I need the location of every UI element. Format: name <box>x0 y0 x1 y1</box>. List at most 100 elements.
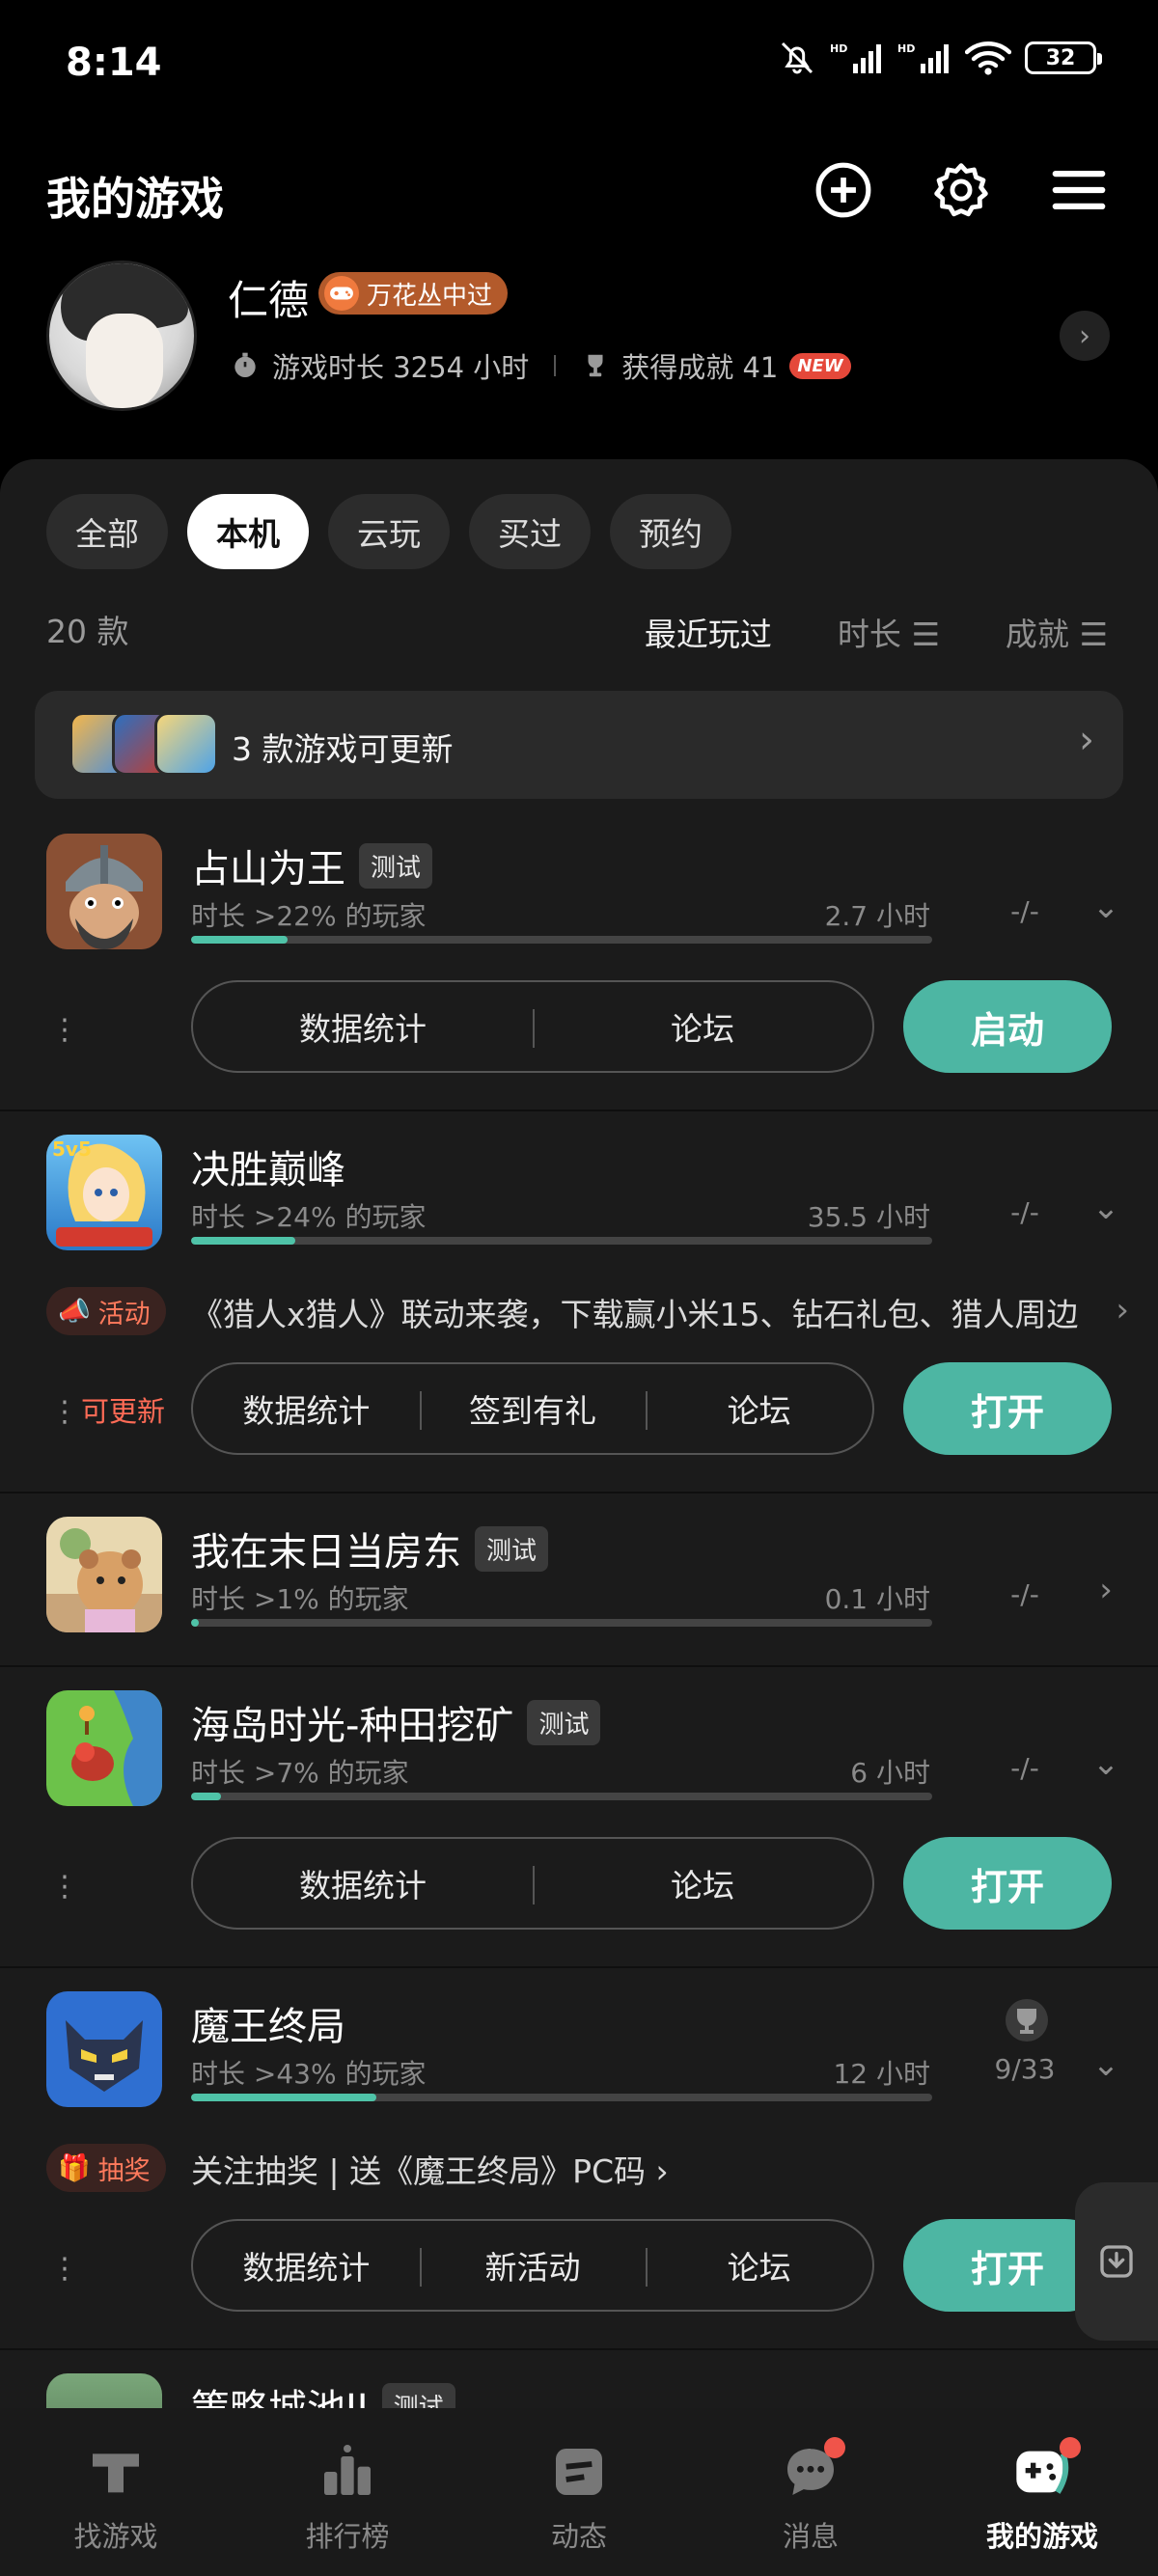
settings-gear-icon[interactable] <box>930 159 992 221</box>
game-item[interactable]: 5v5 决胜巅峰 时长 >24% 的玩家 35.5 小时 -/- ⌄ 📣 活动 《… <box>0 1135 1158 1494</box>
sort-achievement: 成就 <box>1005 616 1069 653</box>
more-dots-icon[interactable]: ⋮ <box>50 1870 79 1904</box>
activity-tag-label: 活动 <box>97 1299 151 1329</box>
promo-row[interactable]: 📣 活动 《猎人x猎人》联动来袭，下载赢小米15、钻石礼包、猎人周边 › <box>0 1281 1158 1339</box>
profile-card[interactable]: 仁德 万花丛中过 游戏时长 3254 小时 获得成就 41 NEW › <box>0 260 1158 453</box>
open-button[interactable]: 打开 <box>903 1362 1112 1455</box>
game-icon[interactable] <box>46 1690 162 1806</box>
game-icon[interactable] <box>46 2373 162 2408</box>
rankings-icon <box>324 2445 371 2495</box>
hours-played: 35.5 小时 <box>807 1201 930 1233</box>
new-badge: NEW <box>789 352 851 379</box>
game-icon[interactable] <box>46 834 162 949</box>
action-pill-group: 数据统计 新活动 论坛 <box>191 2219 874 2312</box>
sort-options: 最近玩过 时长 ☰ 成就 ☰ <box>645 609 1108 655</box>
tab-all[interactable]: 全部 <box>46 494 168 569</box>
trophy-icon <box>1006 1999 1048 2042</box>
game-item[interactable]: 魔王终局 时长 >43% 的玩家 12 小时 9/33 ⌄ 🎁 抽奖 关注抽奖 |… <box>0 1991 1158 2350</box>
update-available-label[interactable]: 可更新 <box>81 1389 165 1430</box>
playtime-percentile: 时长 >1% 的玩家 <box>191 1583 409 1615</box>
nav-label: 消息 <box>782 2520 839 2553</box>
test-tag: 测试 <box>359 842 433 889</box>
signal-1-icon: HD <box>830 42 881 73</box>
playtime-percentile: 时长 >43% 的玩家 <box>191 2058 427 2090</box>
playtime-total: 游戏时长 3254 小时 <box>272 351 530 384</box>
trophy-icon <box>588 354 603 377</box>
action-pill-group: 数据统计 签到有礼 论坛 <box>191 1362 874 1455</box>
game-item[interactable]: 海岛时光-种田挖矿 测试 时长 >7% 的玩家 6 小时 -/- ⌄ ⋮ 数据统计… <box>0 1690 1158 1968</box>
svg-text:HD: HD <box>897 42 915 55</box>
stats-button[interactable]: 数据统计 <box>193 1385 420 1432</box>
promo-text: 关注抽奖 | 送《魔王终局》PC码 › <box>191 2152 669 2190</box>
stats-button[interactable]: 数据统计 <box>193 1860 533 1906</box>
nav-messages[interactable]: 消息 <box>695 2408 926 2576</box>
chevron-down-icon[interactable]: ⌄ <box>1083 1189 1129 1227</box>
chevron-down-icon[interactable]: ⌄ <box>1083 2045 1129 2084</box>
chevron-right-icon[interactable]: › <box>1060 311 1110 361</box>
add-icon[interactable] <box>813 159 874 221</box>
playtime-bar <box>191 1793 932 1800</box>
achievement-count: -/- <box>1010 1196 1039 1228</box>
promo-text: 《猎人x猎人》联动来袭，下载赢小米15、钻石礼包、猎人周边 <box>191 1296 1079 1333</box>
download-float-button[interactable] <box>1075 2182 1158 2341</box>
game-actions: ⋮ 数据统计 论坛 打开 <box>0 1837 1158 1930</box>
game-icon[interactable]: 5v5 <box>46 1135 162 1250</box>
signin-gift-button[interactable]: 签到有礼 <box>419 1385 647 1432</box>
playtime-bar-fill <box>191 1619 199 1627</box>
status-icons: HD HD 32 <box>778 39 1102 77</box>
tab-purchased[interactable]: 买过 <box>469 494 591 569</box>
avatar[interactable] <box>46 260 197 411</box>
game-item[interactable]: 我在末日当房东 测试 时长 >1% 的玩家 0.1 小时 -/- › <box>0 1517 1158 1667</box>
tab-cloud[interactable]: 云玩 <box>328 494 450 569</box>
game-thumb <box>154 712 218 776</box>
nav-feed[interactable]: 动态 <box>463 2408 695 2576</box>
more-dots-icon[interactable]: ⋮ <box>50 1395 79 1429</box>
nav-rankings[interactable]: 排行榜 <box>232 2408 463 2576</box>
chevron-down-icon[interactable]: ⌄ <box>1083 1744 1129 1783</box>
chevron-right-icon[interactable]: › <box>1083 1571 1129 1609</box>
stats-button[interactable]: 数据统计 <box>193 2242 420 2288</box>
chevron-down-icon[interactable]: ⌄ <box>1083 888 1129 926</box>
unread-dot <box>1060 2437 1081 2458</box>
new-event-button[interactable]: 新活动 <box>419 2242 647 2288</box>
forum-button[interactable]: 论坛 <box>646 1385 872 1432</box>
chevron-right-icon: › <box>1079 718 1094 762</box>
promo-row[interactable]: 🎁 抽奖 关注抽奖 | 送《魔王终局》PC码 › <box>0 2138 1158 2196</box>
nav-label: 排行榜 <box>305 2520 390 2553</box>
sort-achievement-group[interactable]: 成就 ☰ <box>1006 609 1108 655</box>
sort-recent[interactable]: 最近玩过 <box>645 609 772 655</box>
honor-badge[interactable]: 万花丛中过 <box>318 272 509 315</box>
launch-button[interactable]: 启动 <box>903 980 1112 1073</box>
game-title: 海岛时光-种田挖矿 测试 <box>191 1694 601 1750</box>
game-actions: ⋮ 数据统计 新活动 论坛 打开 <box>0 2219 1158 2312</box>
battery-icon: 32 <box>1025 41 1102 74</box>
game-item[interactable]: 策略城池II 测试 <box>0 2373 1158 2408</box>
menu-icon[interactable] <box>1048 159 1110 221</box>
tab-reserved[interactable]: 预约 <box>610 494 731 569</box>
games-panel: 全部 本机 云玩 买过 预约 20 款 最近玩过 时长 ☰ 成就 ☰ 3 款游戏… <box>0 459 1158 2408</box>
achievement-count: -/- <box>1010 1752 1039 1784</box>
stats-button[interactable]: 数据统计 <box>193 1003 533 1050</box>
tab-local[interactable]: 本机 <box>187 494 309 569</box>
forum-button[interactable]: 论坛 <box>533 1003 872 1050</box>
game-icon[interactable] <box>46 1991 162 2107</box>
update-banner[interactable]: 3 款游戏可更新 › <box>35 691 1123 799</box>
signal-2-icon: HD <box>897 42 949 73</box>
profile-stats: 游戏时长 3254 小时 获得成就 41 NEW <box>230 345 851 386</box>
forum-button[interactable]: 论坛 <box>533 1860 872 1906</box>
gift-icon: 🎁 <box>58 2153 91 2183</box>
game-item[interactable]: 占山为王 测试 时长 >22% 的玩家 2.7 小时 -/- ⌄ ⋮ 数据统计 论… <box>0 834 1158 1111</box>
more-dots-icon[interactable]: ⋮ <box>50 2252 79 2286</box>
game-title: 魔王终局 <box>191 1995 345 2051</box>
nav-my-games[interactable]: 我的游戏 <box>926 2408 1158 2576</box>
test-tag: 测试 <box>475 1525 549 1572</box>
sort-duration-group[interactable]: 时长 ☰ <box>838 609 940 655</box>
more-dots-icon[interactable]: ⋮ <box>50 1013 79 1047</box>
playtime-bar <box>191 2094 932 2101</box>
game-icon[interactable] <box>46 1517 162 1632</box>
playtime-percentile: 时长 >24% 的玩家 <box>191 1201 427 1233</box>
sort-icon: ☰ <box>1079 616 1108 653</box>
open-button[interactable]: 打开 <box>903 1837 1112 1930</box>
forum-button[interactable]: 论坛 <box>646 2242 872 2288</box>
nav-find-games[interactable]: 找游戏 <box>0 2408 232 2576</box>
